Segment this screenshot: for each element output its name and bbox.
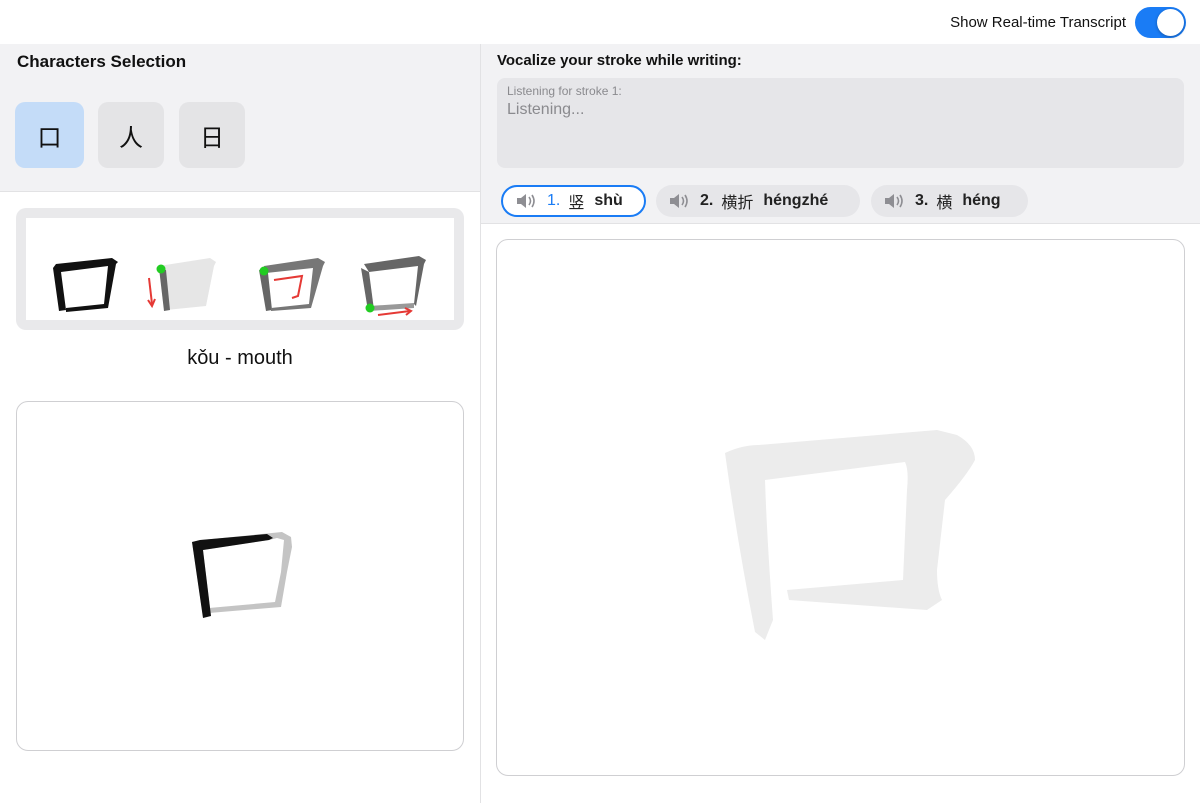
transcript-text: Listening... (507, 101, 585, 118)
stroke-order-step-2 (259, 258, 325, 311)
character-trace-guide (725, 430, 975, 640)
stroke-chip-pinyin: shù (594, 192, 623, 209)
stroke-chip-number: 1. (547, 192, 561, 209)
transcript-label: Listening for stroke 1: (507, 84, 622, 98)
top-bar: Show Real-time Transcript (0, 0, 1200, 44)
stroke-chip-1[interactable]: 1. 竖 shù (501, 185, 646, 217)
stroke-chip-pinyin: héngzhé (763, 192, 829, 209)
stroke-order-step-1 (147, 258, 216, 311)
stroke-order-strip (26, 218, 454, 320)
characters-selection-title: Characters Selection (17, 52, 187, 71)
vocalize-title: Vocalize your stroke while writing: (497, 52, 742, 69)
character-button-kou[interactable]: 口 (15, 102, 84, 168)
speaker-icon (670, 194, 688, 208)
stroke-order-card (16, 208, 464, 330)
stroke-chip-number: 2. (700, 192, 714, 209)
transcript-toggle[interactable] (1135, 7, 1186, 38)
stroke-chip-pinyin: héng (962, 192, 1001, 209)
toggle-knob (1157, 9, 1184, 36)
speaker-icon (517, 194, 535, 208)
transcript-toggle-label: Show Real-time Transcript (950, 14, 1126, 31)
speaker-icon (885, 194, 903, 208)
stroke-chip-hanzi: 横折 (721, 193, 754, 212)
stroke-chip-3[interactable]: 3. 横 héng (871, 185, 1028, 217)
writing-canvas[interactable] (496, 239, 1185, 776)
character-button-ren[interactable]: 人 (98, 102, 164, 168)
bottom-strip (0, 790, 480, 803)
practice-preview-box (16, 401, 464, 751)
stroke-chip-2[interactable]: 2. 横折 héngzhé (656, 185, 860, 217)
stroke-chip-hanzi: 横 (936, 193, 953, 212)
character-preview (192, 532, 292, 618)
transcript-box: Listening for stroke 1: Listening... (497, 78, 1184, 168)
character-meaning: kǒu - mouth (187, 347, 293, 369)
stroke-order-step-3 (361, 256, 426, 316)
stroke-chip-number: 3. (915, 192, 929, 209)
character-button-ri[interactable]: 日 (179, 102, 245, 168)
stroke-order-diagram (53, 256, 426, 316)
stroke-chip-hanzi: 竖 (568, 193, 585, 212)
stroke-order-complete (53, 258, 118, 312)
